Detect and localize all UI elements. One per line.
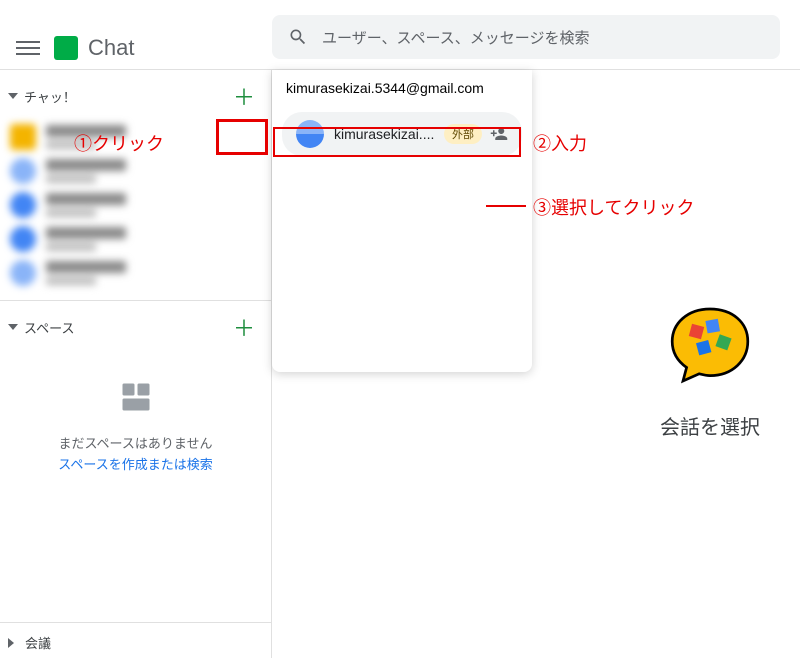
chat-list-item[interactable] xyxy=(10,260,261,286)
chat-section-label: チャッ！ xyxy=(24,87,229,106)
top-bar: Chat ユーザー、スペース、メッセージを検索 xyxy=(0,0,800,70)
new-chat-dropdown: kimurasekizai.... 外部 xyxy=(272,70,532,372)
spaces-empty-icon xyxy=(118,379,154,415)
chat-bubble-colorful-icon xyxy=(665,300,755,390)
menu-icon[interactable] xyxy=(16,36,40,60)
meetings-section-header[interactable]: 会議 xyxy=(0,622,271,658)
sidebar: チャッ！ ＋ スペース ＋ まだスペースはありません スペースを作成または検索 … xyxy=(0,70,272,658)
spaces-section-label: スペース xyxy=(24,318,229,337)
meetings-section-label: 会議 xyxy=(25,633,259,652)
caret-down-icon xyxy=(8,93,18,104)
chat-list-item[interactable] xyxy=(10,192,261,218)
spaces-create-link[interactable]: スペースを作成または検索 xyxy=(20,455,251,476)
search-placeholder: ユーザー、スペース、メッセージを検索 xyxy=(322,27,589,48)
app-title: Chat xyxy=(88,35,134,61)
caret-down-icon xyxy=(8,324,18,335)
empty-state-promo: 会話を選択 xyxy=(660,300,760,440)
caret-right-icon xyxy=(8,638,19,648)
recipient-input-wrapper xyxy=(272,70,532,106)
promo-text: 会話を選択 xyxy=(660,411,760,440)
annotation-box-2 xyxy=(273,127,521,157)
chat-section-header[interactable]: チャッ！ ＋ xyxy=(0,70,271,118)
new-space-button[interactable]: ＋ xyxy=(229,311,259,343)
new-chat-button[interactable]: ＋ xyxy=(229,80,259,112)
chat-list-item[interactable] xyxy=(10,226,261,252)
spaces-section-header[interactable]: スペース ＋ xyxy=(0,300,271,349)
annotation-line xyxy=(486,205,526,207)
spaces-empty-state: まだスペースはありません スペースを作成または検索 xyxy=(0,349,271,506)
search-bar[interactable]: ユーザー、スペース、メッセージを検索 xyxy=(272,15,780,59)
recipient-input[interactable] xyxy=(286,80,518,96)
spaces-empty-text: まだスペースはありません xyxy=(20,434,251,455)
chat-logo-icon xyxy=(54,36,78,60)
annotation-box-1 xyxy=(216,119,268,155)
content-area: kimurasekizai.... 外部 会話を選択 xyxy=(272,70,800,658)
search-icon xyxy=(288,27,308,47)
chat-list-item[interactable] xyxy=(10,158,261,184)
